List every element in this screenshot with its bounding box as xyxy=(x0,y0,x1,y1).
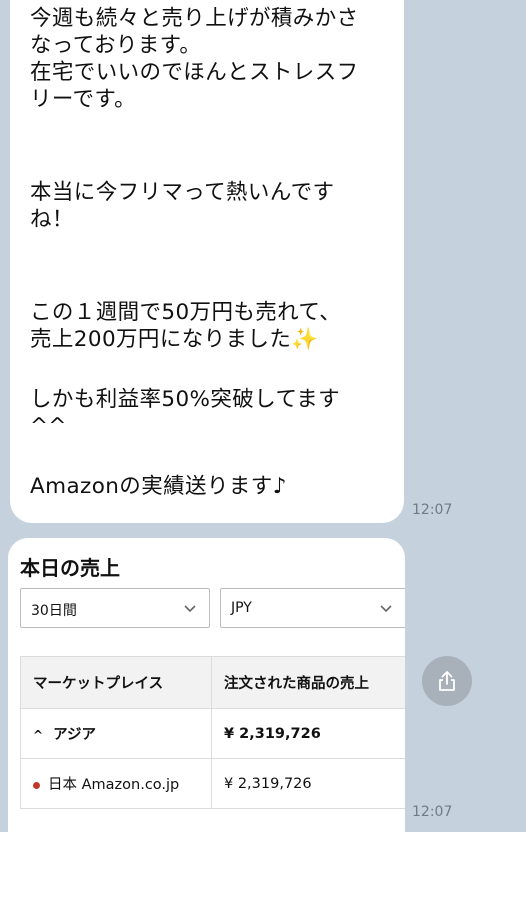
message-line xyxy=(30,446,384,473)
column-header-sales: 注文された商品の売上 xyxy=(211,656,405,709)
message-line: 売上200万円になりました✨ xyxy=(30,327,319,352)
message-line: しかも利益率50%突破してます xyxy=(30,387,341,412)
column-header-marketplace: マーケットプレイス xyxy=(20,656,212,709)
chevron-down-icon xyxy=(184,605,196,613)
currency-select[interactable]: JPY xyxy=(220,588,405,628)
marketplace-cell: 日本 Amazon.co.jp xyxy=(20,758,212,809)
message-line: この１週間で50万円も売れて、 xyxy=(30,300,342,325)
chevron-down-icon xyxy=(380,605,392,613)
sales-cell: ¥ 2,319,726 xyxy=(211,758,405,809)
dot-icon xyxy=(33,781,40,789)
message-line: なっております。 xyxy=(30,33,202,58)
message-line xyxy=(30,239,384,266)
message-line: Amazonの実績送ります♪ xyxy=(30,474,287,499)
message-line: 在宅でいいのでほんとストレスフ xyxy=(30,60,359,85)
marketplace-name: 日本 Amazon.co.jp xyxy=(48,777,180,793)
message-line xyxy=(30,272,384,299)
message-line xyxy=(30,119,384,146)
message-line: リーです。 xyxy=(30,87,137,112)
region-name: アジア xyxy=(53,727,96,743)
chevron-up-icon[interactable]: ^ xyxy=(33,728,43,742)
message-bubble[interactable]: 今週も続々と売り上げが積みかさ なっております。 在宅でいいのでほんとストレスフ… xyxy=(10,0,404,523)
card-timestamp: 12:07 xyxy=(412,804,453,820)
bottom-area xyxy=(0,832,526,908)
region-cell: ^ アジア xyxy=(20,708,212,759)
message-line: ^^ xyxy=(30,414,67,439)
message-line xyxy=(30,359,384,386)
message-timestamp: 12:07 xyxy=(412,502,453,518)
sales-card-title: 本日の売上 xyxy=(20,556,120,580)
table-header-row: マーケットプレイス 注文された商品の売上 xyxy=(20,656,405,709)
chat-area: 今週も続々と売り上げが積みかさ なっております。 在宅でいいのでほんとストレスフ… xyxy=(0,0,526,832)
message-line xyxy=(30,152,384,179)
table-row[interactable]: ^ アジア ¥ 2,319,726 xyxy=(20,708,405,759)
sales-image-card[interactable]: 本日の売上 30日間 JPY マーケットプレイス 注文された商品の売上 ^ アジア… xyxy=(8,538,405,832)
message-line: 今週も続々と売り上げが積みかさ xyxy=(30,6,359,31)
period-select-value: 30日間 xyxy=(31,603,77,619)
currency-select-value: JPY xyxy=(231,600,252,616)
period-select[interactable]: 30日間 xyxy=(20,588,210,628)
sales-cell: ¥ 2,319,726 xyxy=(211,708,405,759)
sales-table: マーケットプレイス 注文された商品の売上 ^ アジア ¥ 2,319,726 日本… xyxy=(20,656,405,809)
message-line: ね！ xyxy=(30,207,74,232)
share-button[interactable] xyxy=(422,656,472,706)
share-icon xyxy=(439,671,455,691)
message-line: 本当に今フリマって熱いんです xyxy=(30,180,335,205)
table-row[interactable]: 日本 Amazon.co.jp ¥ 2,319,726 xyxy=(20,758,405,809)
